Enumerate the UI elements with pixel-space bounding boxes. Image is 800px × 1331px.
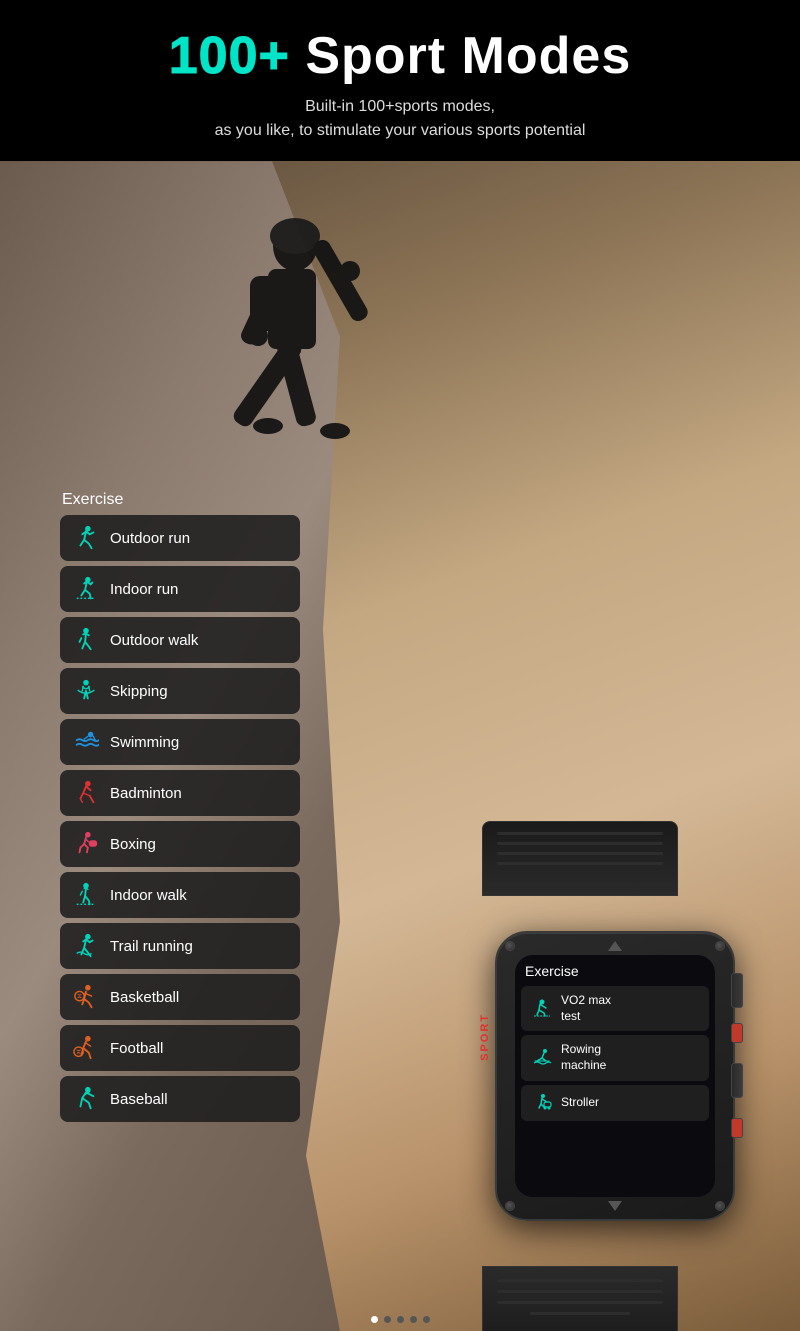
list-item: Trail running [60,923,300,969]
watch-item-text: Stroller [561,1095,599,1111]
exercise-name: Indoor run [110,581,178,598]
page-header: 100+ Sport Modes Built-in 100+sports mod… [0,0,800,161]
indoor-walk-icon [72,881,100,909]
exercise-name: Indoor walk [110,887,187,904]
exercise-name: Boxing [110,836,156,853]
dot-5[interactable] [423,1316,430,1323]
main-area: Exercise Outdoor run [0,161,800,1331]
exercise-name: Football [110,1040,163,1057]
smartwatch: SPORT Exercise [460,891,770,1271]
watch-screen: Exercise VO2 maxtest [515,955,715,1197]
walk-icon [72,626,100,654]
title-number: 100+ [169,27,290,85]
screw-br [715,1201,725,1211]
side-btn-bot2-red[interactable] [731,1118,743,1138]
pagination [0,1316,800,1323]
exercise-name: Outdoor run [110,530,190,547]
dot-4[interactable] [410,1316,417,1323]
side-btn-top[interactable] [731,973,743,1008]
watch-screen-title: Exercise [515,955,715,984]
exercise-name: Basketball [110,989,179,1006]
swim-icon [72,728,100,756]
watch-rowing-icon [531,1047,553,1069]
subtitle-line2: as you like, to stimulate your various s… [215,122,586,139]
list-item: Badminton [60,770,300,816]
watch-btn-up[interactable] [608,941,622,951]
exercise-name: Skipping [110,683,168,700]
skip-icon [72,677,100,705]
list-item: Outdoor run [60,515,300,561]
screw-bl [505,1201,515,1211]
main-title: 100+ Sport Modes [20,28,780,85]
run-icon [72,524,100,552]
watch-body: SPORT Exercise [495,931,735,1221]
watch-btn-down[interactable] [608,1201,622,1211]
list-item: Swimming [60,719,300,765]
trail-icon [72,932,100,960]
watch-stroller-icon [531,1092,553,1114]
exercise-name: Badminton [110,785,182,802]
list-item: Skipping [60,668,300,714]
exercise-name: Outdoor walk [110,632,198,649]
list-item: Football [60,1025,300,1071]
watch-list-item: Stroller [521,1085,709,1121]
watch-list-item: VO2 maxtest [521,986,709,1031]
list-item: Indoor run [60,566,300,612]
dot-2[interactable] [384,1316,391,1323]
sport-label: SPORT [479,1013,491,1061]
list-item: Baseball [60,1076,300,1122]
list-item: Basketball [60,974,300,1020]
subtitle-line1: Built-in 100+sports modes, [305,98,495,115]
screw-tr [715,941,725,951]
side-btn-bot[interactable] [731,1063,743,1098]
subtitle: Built-in 100+sports modes, as you like, … [20,95,780,143]
watch-vo2-icon [531,998,553,1020]
list-item: Indoor walk [60,872,300,918]
dot-1[interactable] [371,1316,378,1323]
list-item: Outdoor walk [60,617,300,663]
exercise-name: Swimming [110,734,179,751]
watch-item-text: VO2 maxtest [561,993,611,1024]
indoor-run-icon [72,575,100,603]
strap-top [482,821,678,896]
watch-list-item: Rowingmachine [521,1035,709,1080]
exercise-section-label: Exercise [60,491,300,509]
screw-tl [505,941,515,951]
dot-3[interactable] [397,1316,404,1323]
basketball-icon [72,983,100,1011]
exercise-name: Baseball [110,1091,168,1108]
title-text: Sport Modes [290,27,631,85]
baseball-icon [72,1085,100,1113]
football-icon [72,1034,100,1062]
side-btn-mid-red[interactable] [731,1023,743,1043]
exercise-panel: Exercise Outdoor run [60,491,300,1127]
badminton-icon [72,779,100,807]
boxing-icon [72,830,100,858]
exercise-name: Trail running [110,938,193,955]
watch-item-text: Rowingmachine [561,1042,606,1073]
list-item: Boxing [60,821,300,867]
